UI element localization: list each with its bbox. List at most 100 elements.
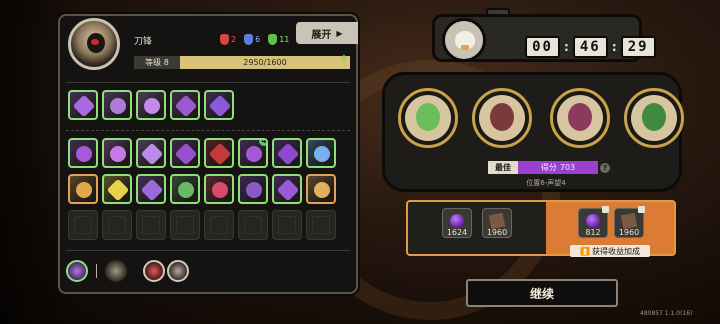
red-mask-count: 2: [231, 35, 237, 44]
hero-frame: [557, 95, 603, 141]
inventory-slot[interactable]: [272, 138, 302, 168]
lock-icon: [602, 206, 609, 213]
empty-inventory-slot[interactable]: [306, 210, 336, 240]
inventory-slot[interactable]: [102, 138, 132, 168]
fist-relic-icon[interactable]: [143, 260, 165, 282]
inventory-slot[interactable]: 4: [238, 138, 268, 168]
item-glyph-icon: [174, 142, 198, 166]
stack-count-badge: 4: [259, 140, 266, 146]
reward-orb-value: 1624: [446, 228, 468, 237]
inventory-slot[interactable]: [170, 138, 200, 168]
item-glyph-icon: [76, 182, 92, 198]
continue-button[interactable]: 继续: [466, 279, 618, 307]
character-name: 刀锋: [134, 37, 153, 47]
item-glyph-icon: [72, 94, 96, 118]
team-hero-portrait[interactable]: [624, 88, 684, 148]
reward-card-value: 1960: [486, 228, 508, 237]
inventory-slot[interactable]: [272, 174, 302, 204]
inventory-slot[interactable]: [170, 174, 200, 204]
bird-beak: [461, 45, 469, 50]
empty-inventory-slot[interactable]: [68, 210, 98, 240]
xp-text: 2950/1600: [243, 58, 287, 67]
item-glyph-icon: [174, 94, 198, 118]
team-hero-portrait[interactable]: [398, 88, 458, 148]
vertical-separator: [96, 264, 97, 278]
skills-row: [68, 90, 234, 120]
score-field: 得分 703: [518, 161, 598, 174]
companion-icon[interactable]: [167, 260, 189, 282]
skill-slot[interactable]: [204, 90, 234, 120]
inventory-slot[interactable]: [102, 174, 132, 204]
level-row: 等级 8 2950/1600 ⇧: [134, 54, 350, 69]
expand-label: 展开: [311, 29, 332, 41]
item-glyph-icon: [208, 94, 232, 118]
level-label: 等级 8: [134, 56, 180, 69]
skill-slot[interactable]: [136, 90, 166, 120]
team-hero-portrait[interactable]: [550, 88, 610, 148]
level-up-arrow-icon[interactable]: ⇧: [340, 54, 348, 65]
hero-frame: [479, 95, 525, 141]
item-glyph-icon: [140, 178, 164, 202]
timer-minutes: 46: [572, 36, 608, 58]
skill-slot[interactable]: [68, 90, 98, 120]
inventory-slot[interactable]: [306, 138, 336, 168]
blue-mask-count: 6: [255, 35, 261, 44]
player-avatar[interactable]: [442, 18, 486, 62]
bonus-label[interactable]: ⏫ 获得收益加成: [570, 245, 650, 257]
inventory-slot[interactable]: [136, 174, 166, 204]
inventory-row-empty: [68, 210, 336, 240]
skill-slot[interactable]: [102, 90, 132, 120]
item-glyph-icon: [178, 182, 194, 198]
inventory-slot[interactable]: [68, 174, 98, 204]
timer-seconds: 29: [620, 36, 656, 58]
inventory-row-1: 4: [68, 138, 336, 168]
green-mask-count: 11: [279, 35, 290, 44]
empty-inventory-slot[interactable]: [272, 210, 302, 240]
team-hero-portrait[interactable]: [472, 88, 532, 148]
expand-button[interactable]: 展开 ▶: [296, 22, 358, 44]
blade-item-icon[interactable]: [105, 260, 127, 282]
empty-inventory-slot[interactable]: [170, 210, 200, 240]
bonus-orb-value: 812: [585, 228, 601, 237]
hero-head-icon: [416, 103, 440, 131]
item-glyph-icon: [76, 146, 92, 162]
item-glyph-icon: [110, 98, 126, 114]
empty-inventory-slot[interactable]: [102, 210, 132, 240]
continue-label: 继续: [529, 286, 554, 301]
bonus-card-value: 1960: [618, 228, 640, 237]
section-divider: [66, 130, 350, 131]
portrait-eye: [91, 39, 99, 45]
best-label: 最佳: [488, 161, 518, 174]
section-divider: [66, 82, 350, 83]
score-value: 703: [559, 163, 576, 172]
timer-colon: :: [611, 40, 617, 54]
item-glyph-icon: [106, 178, 130, 202]
empty-inventory-slot[interactable]: [238, 210, 268, 240]
empty-inventory-slot[interactable]: [204, 210, 234, 240]
inventory-slot[interactable]: [68, 138, 98, 168]
timer-hours: 00: [525, 36, 560, 58]
inventory-slot[interactable]: [204, 138, 234, 168]
item-glyph-icon: [246, 146, 262, 162]
inventory-slot[interactable]: [136, 138, 166, 168]
inventory-slot[interactable]: [306, 174, 336, 204]
item-glyph-icon: [110, 146, 126, 162]
inventory-slot[interactable]: [204, 174, 234, 204]
purple-orb-icon: [450, 214, 464, 228]
hero-frame: [405, 95, 451, 141]
item-glyph-icon: [246, 182, 262, 198]
empty-inventory-slot[interactable]: [136, 210, 166, 240]
active-ability-icon[interactable]: [66, 260, 88, 282]
help-icon[interactable]: ?: [600, 163, 610, 173]
inventory-slot[interactable]: [238, 174, 268, 204]
brown-card-icon: [620, 212, 638, 230]
section-divider: [66, 250, 350, 251]
lock-icon: [638, 206, 645, 213]
inventory-row-2: [68, 174, 336, 204]
brown-card-icon: [488, 212, 506, 230]
character-portrait[interactable]: [68, 18, 120, 70]
red-mask-icon: [220, 34, 229, 45]
character-panel: 刀锋 2 6 11 展开 ▶ 等级 8 2950/1600 ⇧ 4: [58, 14, 358, 294]
run-timer: 00 : 46 : 29: [525, 36, 656, 58]
skill-slot[interactable]: [170, 90, 200, 120]
